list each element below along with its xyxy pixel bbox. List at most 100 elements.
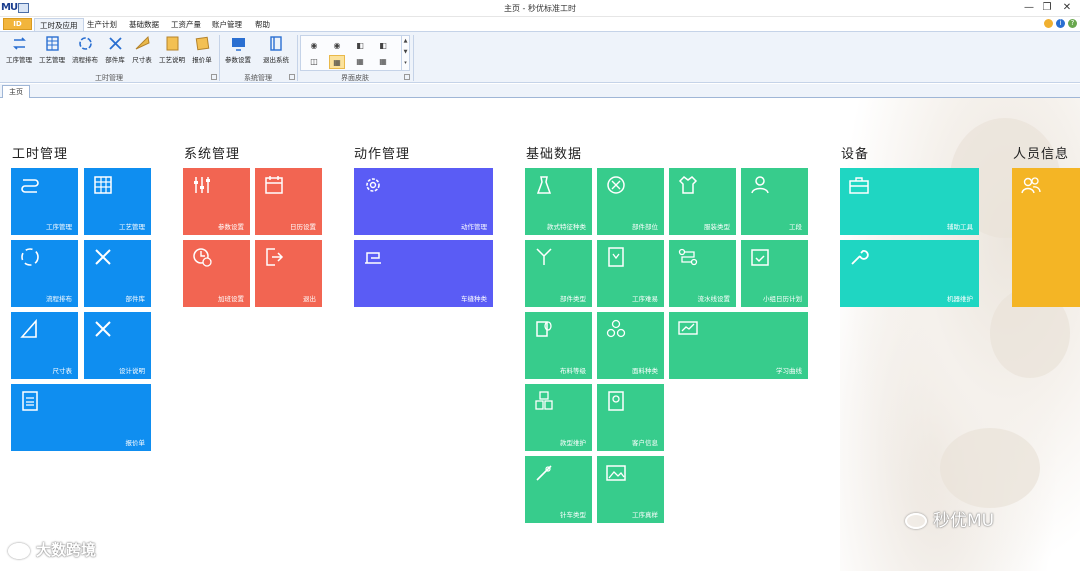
image-icon (606, 465, 626, 481)
info-icon[interactable]: i (1056, 19, 1065, 28)
tile-team-calendar[interactable]: 小组日历计划 (741, 240, 808, 307)
ribbon-process-button[interactable]: 工序管理 (4, 35, 34, 67)
section-title-jichu: 基础数据 (526, 147, 583, 162)
tile-personnel-info[interactable] (1012, 168, 1080, 307)
tile-overtime-settings[interactable]: 加班设置 (183, 240, 250, 307)
pencil-ruler-icon (95, 321, 111, 337)
worker-icon (751, 176, 769, 194)
tile-craft-management[interactable]: 工艺管理 (84, 168, 151, 235)
tile-label: 日历设置 (290, 223, 316, 231)
tile-style-features[interactable]: 款式特征种类 (525, 168, 592, 235)
theme-option-icon[interactable]: ▦ (352, 55, 368, 69)
style-icon[interactable] (1044, 19, 1053, 28)
ribbon-size-button[interactable]: 尺寸表 (130, 35, 154, 67)
wechat-icon (905, 513, 927, 529)
tab-home[interactable]: 主页 (2, 85, 30, 98)
theme-option-icon[interactable]: ◧ (375, 39, 391, 53)
collar-icon (536, 248, 552, 265)
group-launcher-xitong[interactable] (289, 74, 295, 80)
ribbon-settings-button[interactable]: 参数设置 (223, 35, 253, 67)
tile-customer-info[interactable]: 客户信息 (597, 384, 664, 451)
tile-workstation[interactable]: 工段 (741, 168, 808, 235)
tile-label: 退出 (303, 295, 316, 303)
tab-jichu[interactable]: 基础数据 (124, 18, 164, 31)
section-title-shebei: 设备 (841, 147, 870, 162)
theme-option-icon[interactable]: ◉ (306, 39, 322, 53)
tile-quotation[interactable]: 报价单 (11, 384, 151, 451)
tile-auxiliary-tools[interactable]: 辅助工具 (840, 168, 979, 235)
tile-label: 部件部位 (632, 223, 658, 231)
tile-process-management[interactable]: 工序管理 (11, 168, 78, 235)
tile-flow-layout[interactable]: 流程排布 (11, 240, 78, 307)
file-menu-button[interactable]: ID (3, 18, 32, 30)
tab-zhanghu[interactable]: 账户管理 (207, 18, 247, 31)
ribbon-craft-desc-button[interactable]: 工艺说明 (157, 35, 187, 67)
theme-option-icon[interactable]: ◫ (306, 55, 322, 69)
ribbon-craft-button[interactable]: 工艺管理 (37, 35, 67, 67)
ribbon-quote-button[interactable]: 报价单 (190, 35, 214, 67)
tab-shengchan[interactable]: 生产计划 (82, 18, 122, 31)
tile-process-samples[interactable]: 工序真样 (597, 456, 664, 523)
watermark-logo-icon (8, 542, 30, 559)
tile-part-positions[interactable]: 部件部位 (597, 168, 664, 235)
contact-card-icon (608, 391, 624, 411)
theme-option-icon[interactable]: ▦ (375, 55, 391, 69)
theme-option-icon[interactable]: ◉ (329, 39, 345, 53)
theme-option-icon[interactable]: ◧ (352, 39, 368, 53)
blocks-icon (535, 391, 553, 410)
tile-parts-library[interactable]: 部件库 (84, 240, 151, 307)
tile-calendar-settings[interactable]: 日历设置 (255, 168, 322, 235)
tile-label: 工序管理 (46, 223, 72, 231)
tile-label: 小组日历计划 (763, 295, 802, 303)
tile-label: 部件库 (125, 295, 146, 303)
tile-action-management[interactable]: 动作管理 (354, 168, 493, 235)
tile-design-notes[interactable]: 设计说明 (84, 312, 151, 379)
tile-learning-curve[interactable]: 学习曲线 (669, 312, 808, 379)
tile-fabric-grade[interactable]: 布料等级 (525, 312, 592, 379)
triangle-ruler-icon (20, 318, 37, 338)
tile-style-maintenance[interactable]: 款型维护 (525, 384, 592, 451)
ribbon-parts-button[interactable]: 部件库 (103, 35, 127, 67)
tile-label: 款型维护 (560, 439, 586, 447)
tile-label: 加班设置 (218, 295, 244, 303)
tile-parameter-settings[interactable]: 参数设置 (183, 168, 250, 235)
needle-icon (536, 465, 552, 481)
tile-needle-types[interactable]: 针车类型 (525, 456, 592, 523)
tile-process-difficulty[interactable]: 工序难易 (597, 240, 664, 307)
ribbon-process-label: 工序管理 (6, 56, 32, 64)
window-title: 主页 - 秒优标准工时 (504, 4, 576, 13)
group-launcher-gongshi[interactable] (211, 74, 217, 80)
tile-garment-types[interactable]: 服装类型 (669, 168, 736, 235)
calendar-check-icon (751, 249, 769, 266)
watermark-left: 大数跨境 (8, 539, 96, 560)
button-icon (607, 176, 625, 194)
close-button[interactable]: ✕ (1058, 1, 1076, 15)
ribbon-settings-label: 参数设置 (225, 56, 251, 64)
tab-gongzi[interactable]: 工资产量 (166, 18, 206, 31)
tab-gongshi[interactable]: 工时及应用 (34, 18, 84, 31)
exit-icon (269, 36, 282, 51)
ribbon-flow-button[interactable]: 流程排布 (70, 35, 100, 67)
tile-size-chart[interactable]: 尺寸表 (11, 312, 78, 379)
document-tab-strip: 主页 (0, 84, 1080, 98)
clock-add-icon (193, 248, 212, 267)
theme-option-selected-icon[interactable]: ▦ (329, 55, 345, 69)
tile-assembly-line[interactable]: 流水线设置 (669, 240, 736, 307)
ribbon-exit-button[interactable]: 退出系统 (260, 35, 292, 67)
group-launcher-jiemian[interactable] (404, 74, 410, 80)
tile-label: 工艺管理 (119, 223, 145, 231)
tile-label: 流水线设置 (697, 295, 731, 303)
tile-part-types[interactable]: 部件类型 (525, 240, 592, 307)
tab-help[interactable]: 帮助 (250, 18, 275, 31)
tile-machine-maintenance[interactable]: 机器维护 (840, 240, 979, 307)
tile-fabric-types[interactable]: 面料种类 (597, 312, 664, 379)
maximize-button[interactable]: ❐ (1038, 1, 1056, 15)
title-bar: MU 主页 - 秒优标准工时 — ❐ ✕ (0, 0, 1080, 17)
watermark-right: 秒优MU (905, 506, 994, 531)
tile-exit[interactable]: 退出 (255, 240, 322, 307)
minimize-button[interactable]: — (1020, 1, 1038, 15)
tile-sewing-types[interactable]: 车缝种类 (354, 240, 493, 307)
gallery-scrollbar[interactable]: ▲ ▼ ▾ (401, 36, 409, 70)
tile-label: 尺寸表 (52, 367, 73, 375)
help-icon[interactable]: ? (1068, 19, 1077, 28)
